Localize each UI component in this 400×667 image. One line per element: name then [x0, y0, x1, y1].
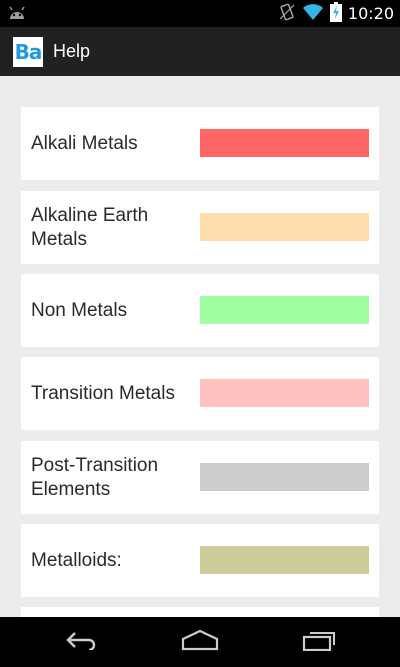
app-logo-text: Ba: [14, 39, 43, 64]
legend-list[interactable]: Alkali Metals Alkaline Earth Metals Non …: [0, 76, 400, 617]
color-swatch: [200, 463, 369, 491]
battery-charging-icon: [329, 1, 342, 26]
color-swatch: [200, 546, 369, 574]
recents-icon: [302, 629, 336, 655]
vibrate-icon: [278, 3, 296, 25]
legend-label: Alkali Metals: [31, 132, 138, 154]
color-swatch: [200, 129, 369, 157]
legend-card-non-metals: Non Metals: [21, 274, 379, 347]
clock: 10:20: [347, 4, 394, 23]
legend-card-partial: [21, 607, 379, 617]
wifi-icon: [302, 3, 324, 25]
legend-label: Alkaline Earth Metals: [31, 204, 149, 250]
app-logo[interactable]: Ba: [13, 36, 43, 67]
navigation-bar: [0, 617, 400, 667]
legend-card-alkali-metals: Alkali Metals: [21, 107, 379, 180]
color-swatch: [200, 379, 369, 407]
home-button[interactable]: [170, 617, 230, 667]
android-debug-icon: [8, 5, 26, 25]
legend-card-post-transition-elements: Post-Transition Elements: [21, 441, 379, 514]
legend-label: Metalloids:: [31, 549, 122, 571]
status-icons: 10:20: [278, 0, 394, 27]
back-icon: [65, 630, 101, 654]
color-swatch: [200, 213, 369, 241]
legend-label: Transition Metals: [31, 382, 175, 404]
home-icon: [181, 629, 219, 655]
legend-label: Non Metals: [31, 299, 128, 321]
color-swatch: [200, 296, 369, 324]
legend-label: Post-Transition Elements: [31, 454, 159, 500]
status-bar: 10:20: [0, 0, 400, 27]
legend-card-alkaline-earth-metals: Alkaline Earth Metals: [21, 191, 379, 264]
page-title: Help: [53, 41, 91, 61]
recents-button[interactable]: [289, 617, 349, 667]
back-button[interactable]: [53, 617, 113, 667]
legend-card-metalloids: Metalloids:: [21, 524, 379, 597]
legend-card-transition-metals: Transition Metals: [21, 357, 379, 430]
action-bar: Ba Help: [0, 27, 400, 76]
